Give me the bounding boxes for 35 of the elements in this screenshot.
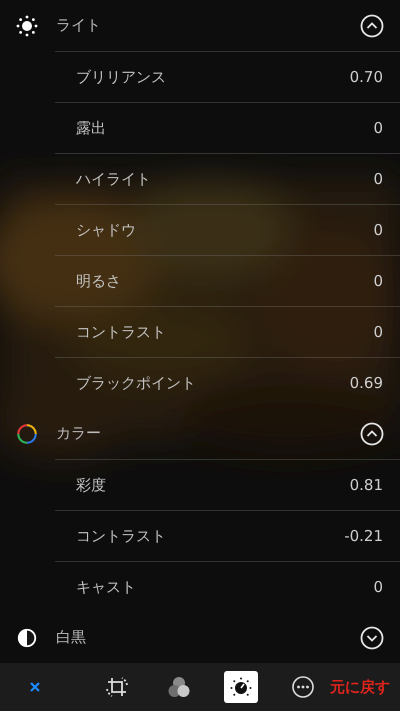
color-ring-icon <box>16 422 38 444</box>
adjustment-label: コントラスト <box>76 526 167 547</box>
close-icon <box>29 681 41 693</box>
adjustment-value: 0.81 <box>350 474 383 496</box>
adjustment-value: 0 <box>373 168 383 190</box>
collapse-icon[interactable] <box>360 422 384 446</box>
section-title: カラー <box>56 423 102 444</box>
adjustment-label: 露出 <box>76 118 107 139</box>
adjustment-label: 彩度 <box>76 474 107 496</box>
section-title: ライト <box>56 15 102 36</box>
adjustment-value: 0.70 <box>350 66 383 88</box>
adjust-tool[interactable] <box>224 671 258 703</box>
sun-icon <box>16 14 38 36</box>
adjustment-label: シャドウ <box>76 220 137 241</box>
adjustment-label: 明るさ <box>76 270 122 292</box>
adjustment-value: 0 <box>373 322 383 343</box>
section-title: 白黒 <box>56 627 87 648</box>
adjustment-label: キャスト <box>76 576 137 598</box>
revert-button[interactable]: 元に戻す <box>330 676 390 698</box>
adjustment-value: -0.21 <box>344 526 383 547</box>
adjustment-label: ブリリアンス <box>76 66 167 88</box>
collapse-icon[interactable] <box>360 14 384 38</box>
adjustment-value: 0 <box>373 118 383 139</box>
adjustment-value: 0.69 <box>350 372 383 394</box>
adjustment-label: ブラックポイント <box>76 372 197 394</box>
more-icon <box>291 675 315 699</box>
filters-icon <box>166 674 192 700</box>
contrast-icon <box>16 626 38 648</box>
adjustment-value: 0 <box>373 270 383 292</box>
expand-icon[interactable] <box>360 626 384 650</box>
crop-icon <box>105 675 129 699</box>
adjustment-value: 0 <box>373 576 383 598</box>
adjustment-label: ハイライト <box>76 168 152 190</box>
adjustment-label: コントラスト <box>76 322 167 343</box>
adjustment-value: 0 <box>373 220 383 241</box>
